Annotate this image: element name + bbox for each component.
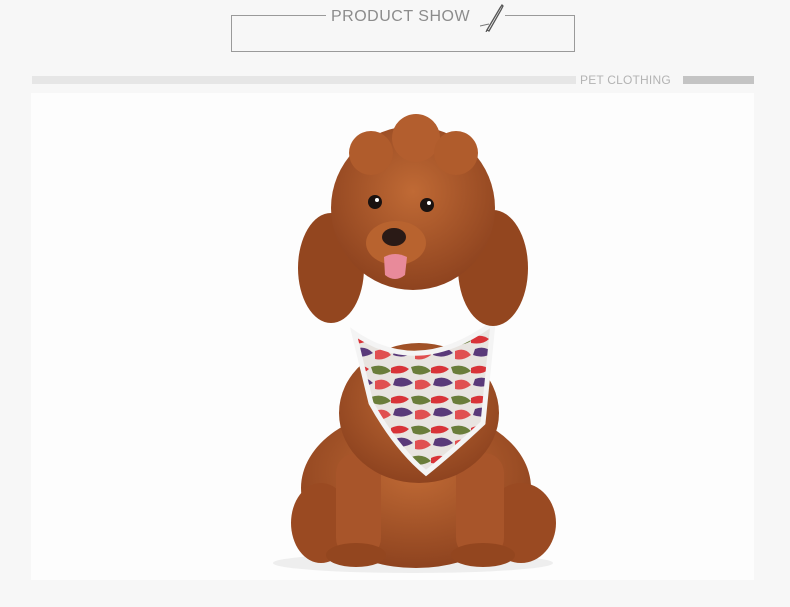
- pen-icon: [480, 3, 504, 32]
- divider-band-left: [32, 76, 576, 84]
- product-photo: [31, 93, 754, 580]
- poodle-illustration: [273, 114, 556, 573]
- section-title: PRODUCT SHOW: [331, 8, 471, 25]
- frame-top-left-line: [231, 15, 326, 16]
- category-label: PET CLOTHING: [580, 73, 671, 87]
- frame-top-right-line: [505, 15, 575, 16]
- divider-band-right: [683, 76, 754, 84]
